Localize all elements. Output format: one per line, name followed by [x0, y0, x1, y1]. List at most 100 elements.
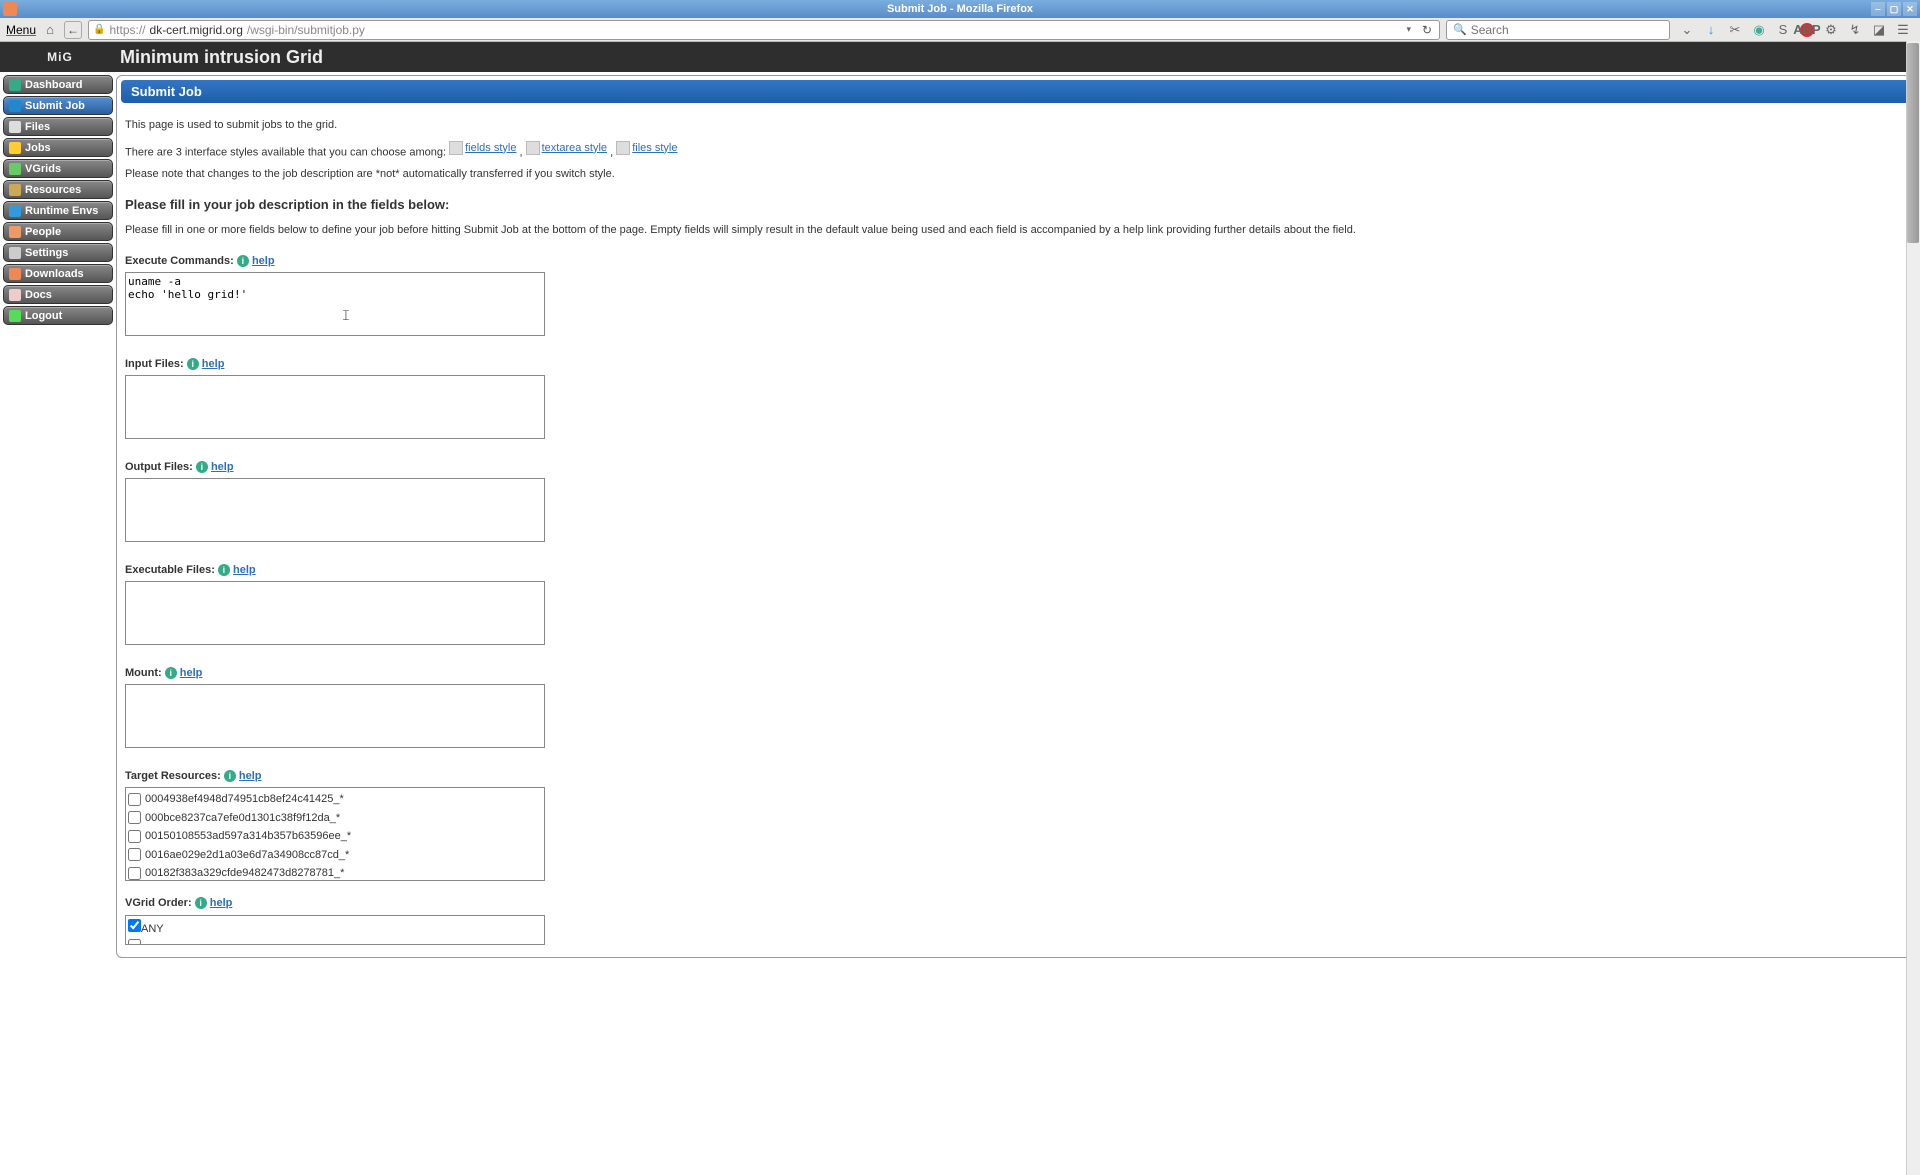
ext-icon-1[interactable]: ✂	[1728, 23, 1742, 37]
home-icon[interactable]: ⌂	[42, 22, 58, 38]
main-panel: Submit Job This page is used to submit j…	[116, 75, 1917, 958]
page-scrollbar[interactable]	[1906, 41, 1920, 1175]
submit-icon	[9, 100, 21, 112]
resource-option[interactable]: 0004938ef4948d74951cb8ef24c41425_*	[128, 790, 542, 809]
url-protocol: https://	[109, 23, 145, 37]
mount-textarea[interactable]	[125, 684, 545, 748]
window-titlebar: Submit Job - Mozilla Firefox ‒ ▢ ✕	[0, 0, 1920, 18]
executable-textarea[interactable]	[125, 581, 545, 645]
close-button[interactable]: ✕	[1903, 2, 1917, 16]
output-help-link[interactable]: help	[211, 461, 234, 473]
target-help-link[interactable]: help	[239, 770, 262, 782]
sidebar-item-dashboard[interactable]: Dashboard	[3, 75, 113, 94]
note-text: Please note that changes to the job desc…	[125, 166, 1908, 183]
window-title: Submit Job - Mozilla Firefox	[887, 3, 1033, 15]
search-bar[interactable]: 🔍	[1446, 20, 1670, 40]
abp-icon[interactable]: ABP	[1800, 23, 1814, 37]
executable-label: Executable Files: i help	[125, 562, 1908, 579]
search-icon: 🔍	[1453, 23, 1467, 36]
files-icon	[9, 121, 21, 133]
executable-help-link[interactable]: help	[233, 564, 256, 576]
ext-icon-3[interactable]: S	[1776, 23, 1790, 37]
output-textarea[interactable]	[125, 478, 545, 542]
scroll-thumb[interactable]	[1907, 43, 1919, 243]
resource-checkbox[interactable]	[128, 830, 141, 843]
downloads-icon	[9, 268, 21, 280]
info-icon: i	[165, 667, 177, 679]
download-icon[interactable]: ↓	[1704, 23, 1718, 37]
ext-icon-4[interactable]: ↯	[1848, 23, 1862, 37]
resource-checkbox[interactable]	[128, 811, 141, 824]
maximize-button[interactable]: ▢	[1887, 2, 1901, 16]
search-input[interactable]	[1471, 23, 1663, 37]
resource-option[interactable]: 00182f383a329cfde9482473d8278781_*	[128, 864, 542, 881]
styles-text: There are 3 interface styles available t…	[125, 140, 1908, 161]
resources-icon	[9, 184, 21, 196]
dashboard-icon	[9, 79, 21, 91]
people-icon	[9, 226, 21, 238]
vgrid-option[interactable]: ANY	[128, 918, 542, 939]
sidebar-item-downloads[interactable]: Downloads	[3, 264, 113, 283]
app-title: Minimum intrusion Grid	[120, 47, 323, 68]
jobs-icon	[9, 142, 21, 154]
lock-icon: 🔒	[93, 24, 105, 35]
sidebar-item-resources[interactable]: Resources	[3, 180, 113, 199]
pocket-icon[interactable]: ⌄	[1680, 23, 1694, 37]
input-textarea[interactable]	[125, 375, 545, 439]
mount-help-link[interactable]: help	[180, 667, 203, 679]
sidebar-item-files[interactable]: Files	[3, 117, 113, 136]
browser-toolbar: Menu ⌂ ← 🔒 https://dk-cert.migrid.org/ws…	[0, 18, 1920, 42]
execute-help-link[interactable]: help	[252, 255, 275, 267]
input-help-link[interactable]: help	[202, 358, 225, 370]
files-style-link[interactable]: files style	[616, 140, 677, 157]
sidebar-item-jobs[interactable]: Jobs	[3, 138, 113, 157]
resource-checkbox[interactable]	[128, 867, 141, 880]
vgrid-checkbox[interactable]	[128, 939, 141, 945]
resource-checkbox[interactable]	[128, 793, 141, 806]
sidebar-item-docs[interactable]: Docs	[3, 285, 113, 304]
url-dropdown-icon[interactable]: ▾	[1402, 24, 1415, 35]
address-bar[interactable]: 🔒 https://dk-cert.migrid.org/wsgi-bin/su…	[88, 20, 1440, 40]
gear-icon[interactable]: ⚙	[1824, 23, 1838, 37]
info-icon: i	[195, 897, 207, 909]
minimize-button[interactable]: ‒	[1871, 2, 1885, 16]
vgrid-help-link[interactable]: help	[210, 897, 233, 909]
logo: MiG	[0, 50, 120, 64]
target-label: Target Resources: i help	[125, 768, 1908, 785]
input-label: Input Files: i help	[125, 356, 1908, 373]
resource-option[interactable]: 000bce8237ca7efe0d1301c38f9f12da_*	[128, 809, 542, 828]
menu-button[interactable]: Menu	[6, 23, 36, 37]
firefox-icon	[3, 2, 17, 16]
sidebar-item-people[interactable]: People	[3, 222, 113, 241]
execute-textarea[interactable]	[125, 272, 545, 336]
sidebar-item-runtime[interactable]: Runtime Envs	[3, 201, 113, 220]
output-label: Output Files: i help	[125, 459, 1908, 476]
mount-label: Mount: i help	[125, 665, 1908, 682]
sidebar-item-settings[interactable]: Settings	[3, 243, 113, 262]
vgrid-option[interactable]: BINF	[128, 938, 542, 945]
reload-icon[interactable]: ↻	[1419, 22, 1435, 38]
target-resources-listbox[interactable]: 0004938ef4948d74951cb8ef24c41425_*000bce…	[125, 787, 545, 881]
fields-style-link[interactable]: fields style	[449, 140, 516, 157]
sidebar: Dashboard Submit Job Files Jobs VGrids R…	[3, 75, 116, 958]
resource-option[interactable]: 00150108553ad597a314b357b63596ee_*	[128, 827, 542, 846]
resource-option[interactable]: 0016ae029e2d1a03e6d7a34908cc87cd_*	[128, 846, 542, 865]
ext-icon-5[interactable]: ◪	[1872, 23, 1886, 37]
hamburger-icon[interactable]: ☰	[1896, 23, 1910, 37]
runtime-icon	[9, 205, 21, 217]
info-icon: i	[187, 358, 199, 370]
vgrid-listbox[interactable]: ANYBINF	[125, 915, 545, 945]
instructions-text: Please fill in one or more fields below …	[125, 222, 1908, 239]
textarea-style-link[interactable]: textarea style	[526, 140, 607, 157]
ext-icon-2[interactable]: ◉	[1752, 23, 1766, 37]
sidebar-item-submit-job[interactable]: Submit Job	[3, 96, 113, 115]
back-button[interactable]: ←	[64, 21, 82, 39]
vgrid-checkbox[interactable]	[128, 919, 141, 932]
settings-icon	[9, 247, 21, 259]
docs-icon	[9, 289, 21, 301]
sidebar-item-vgrids[interactable]: VGrids	[3, 159, 113, 178]
resource-checkbox[interactable]	[128, 848, 141, 861]
sidebar-item-logout[interactable]: Logout	[3, 306, 113, 325]
info-icon: i	[224, 770, 236, 782]
vgrids-icon	[9, 163, 21, 175]
